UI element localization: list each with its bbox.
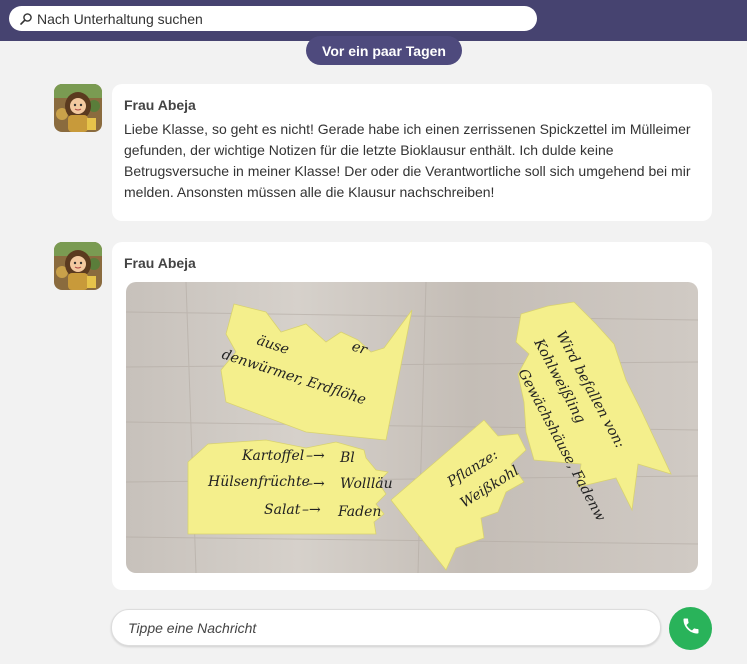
message-composer[interactable]	[111, 609, 661, 646]
message-input[interactable]	[128, 619, 660, 636]
search-icon	[19, 12, 33, 26]
note-arrow: –→	[306, 476, 325, 492]
date-separator: Vor ein paar Tagen	[306, 36, 462, 65]
note-text: Kartoffel	[241, 448, 304, 464]
note-text: Bl	[339, 450, 355, 466]
search-placeholder: Nach Unterhaltung suchen	[37, 10, 203, 27]
note-text: Salat	[264, 502, 301, 518]
sender-name: Frau Abeja	[124, 97, 196, 113]
message-bubble: Frau Abeja Liebe Klasse, so geht es nich…	[112, 84, 712, 221]
avatar[interactable]	[54, 84, 102, 132]
note-arrow: –→	[302, 502, 321, 518]
call-button[interactable]	[669, 607, 712, 650]
avatar[interactable]	[54, 242, 102, 290]
note-text: Faden	[337, 504, 381, 520]
message-text: Liebe Klasse, so geht es nicht! Gerade h…	[124, 121, 691, 200]
message-bubble: Frau Abeja äuse er denwürmer, Erdflöhe W…	[112, 242, 712, 590]
sender-name: Frau Abeja	[124, 255, 196, 271]
note-text: Hülsenfrüchte	[207, 474, 310, 490]
note-text: Wollläu	[340, 476, 393, 492]
top-bar: Nach Unterhaltung suchen	[0, 0, 747, 41]
phone-icon	[681, 616, 701, 641]
search-field[interactable]: Nach Unterhaltung suchen	[9, 6, 537, 31]
cheat-sheet-photo[interactable]: äuse er denwürmer, Erdflöhe Wird befalle…	[126, 282, 698, 573]
note-arrow: –→	[306, 448, 325, 464]
